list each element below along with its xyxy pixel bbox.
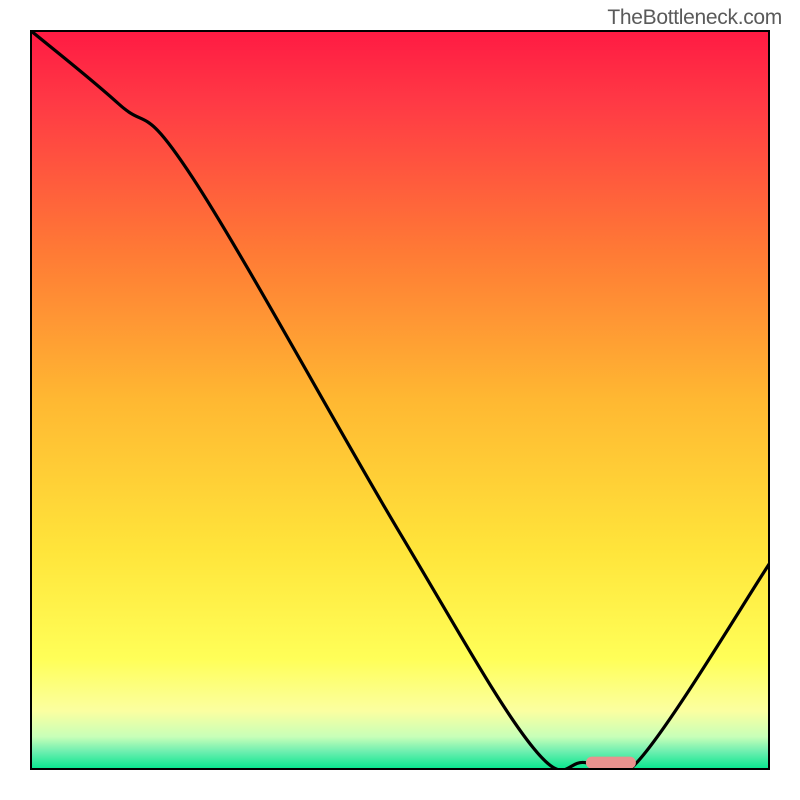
chart-svg — [30, 30, 770, 770]
heat-background — [30, 30, 770, 770]
chart-container: TheBottleneck.com — [0, 0, 800, 800]
watermark-text: TheBottleneck.com — [607, 6, 782, 30]
optimal-marker — [586, 757, 636, 769]
plot-area — [30, 30, 770, 770]
